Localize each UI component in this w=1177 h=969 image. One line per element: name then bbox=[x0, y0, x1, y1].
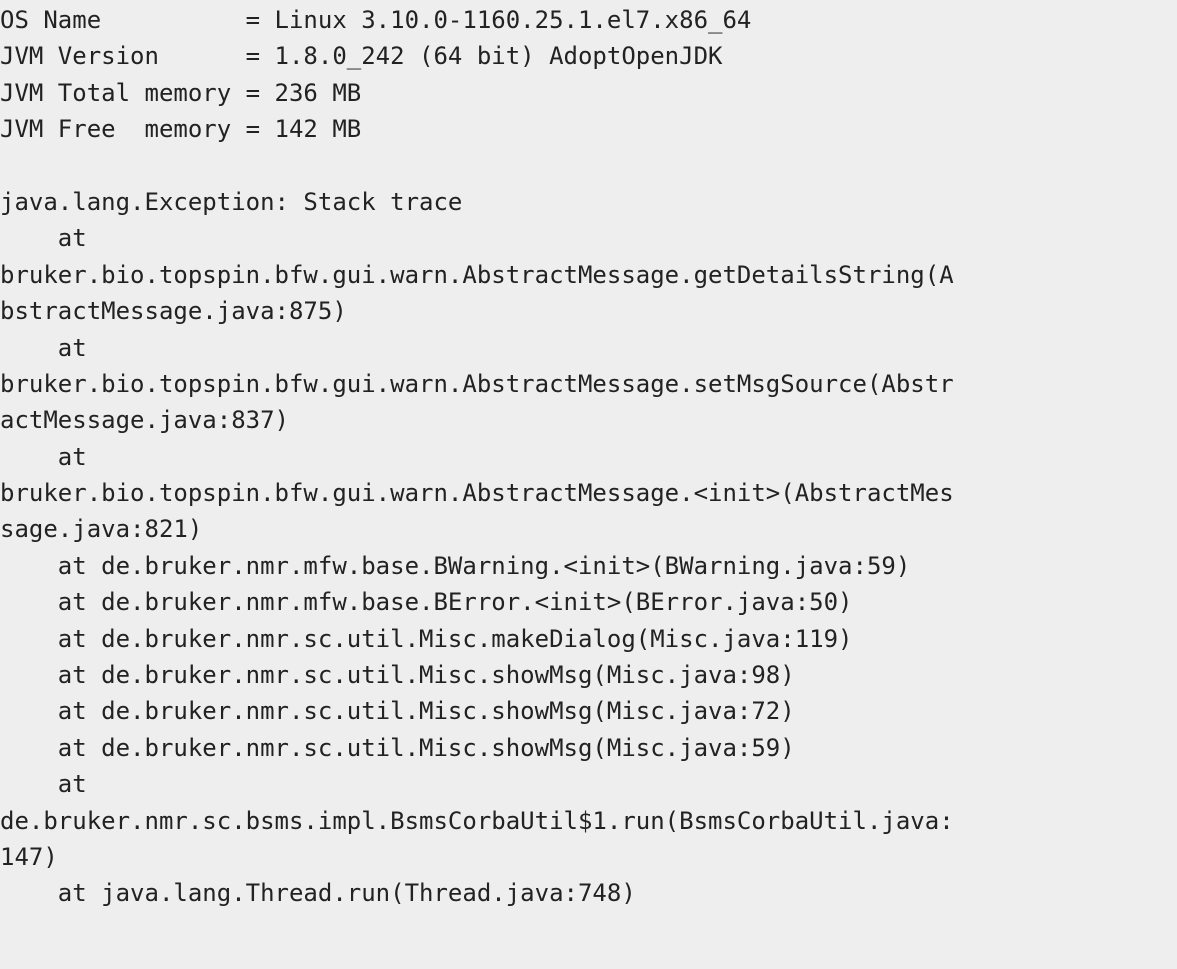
exception-line: java.lang.Exception: Stack trace bbox=[0, 187, 463, 216]
jvm-free-memory-line: JVM Free memory = 142 MB bbox=[0, 115, 362, 144]
stack-trace-code-block: OS Name = Linux 3.10.0-1160.25.1.el7.x86… bbox=[0, 0, 1177, 969]
stack-frame-line: at de.bruker.nmr.sc.util.Misc.showMsg(Mi… bbox=[0, 733, 795, 762]
stack-frame-line: bruker.bio.topspin.bfw.gui.warn.Abstract… bbox=[0, 260, 954, 289]
stack-frame-line: de.bruker.nmr.sc.bsms.impl.BsmsCorbaUtil… bbox=[0, 806, 954, 835]
stack-frame-line: 147) bbox=[0, 842, 58, 871]
stack-frame-line: bruker.bio.topspin.bfw.gui.warn.Abstract… bbox=[0, 479, 954, 508]
stack-frame-line: at bbox=[0, 224, 87, 253]
stack-frame-line: at de.bruker.nmr.mfw.base.BError.<init>(… bbox=[0, 588, 853, 617]
stack-frame-line: at java.lang.Thread.run(Thread.java:748) bbox=[0, 879, 636, 908]
stack-frame-line: at bbox=[0, 770, 87, 799]
jvm-version-line: JVM Version = 1.8.0_242 (64 bit) AdoptOp… bbox=[0, 42, 723, 71]
stack-frame-line: sage.java:821) bbox=[0, 515, 203, 544]
stack-frame-line: at de.bruker.nmr.sc.util.Misc.showMsg(Mi… bbox=[0, 661, 795, 690]
stack-frame-line: at de.bruker.nmr.sc.util.Misc.makeDialog… bbox=[0, 624, 853, 653]
stack-frame-line: at bbox=[0, 333, 87, 362]
os-name-line: OS Name = Linux 3.10.0-1160.25.1.el7.x86… bbox=[0, 6, 752, 34]
stack-frame-line: at bbox=[0, 442, 87, 471]
stack-frame-line: bstractMessage.java:875) bbox=[0, 297, 347, 326]
stack-frame-line: bruker.bio.topspin.bfw.gui.warn.Abstract… bbox=[0, 369, 954, 398]
stack-frame-line: actMessage.java:837) bbox=[0, 406, 289, 435]
jvm-total-memory-line: JVM Total memory = 236 MB bbox=[0, 78, 362, 107]
stack-frame-line: at de.bruker.nmr.sc.util.Misc.showMsg(Mi… bbox=[0, 697, 795, 726]
stack-frame-line: at de.bruker.nmr.mfw.base.BWarning.<init… bbox=[0, 551, 911, 580]
